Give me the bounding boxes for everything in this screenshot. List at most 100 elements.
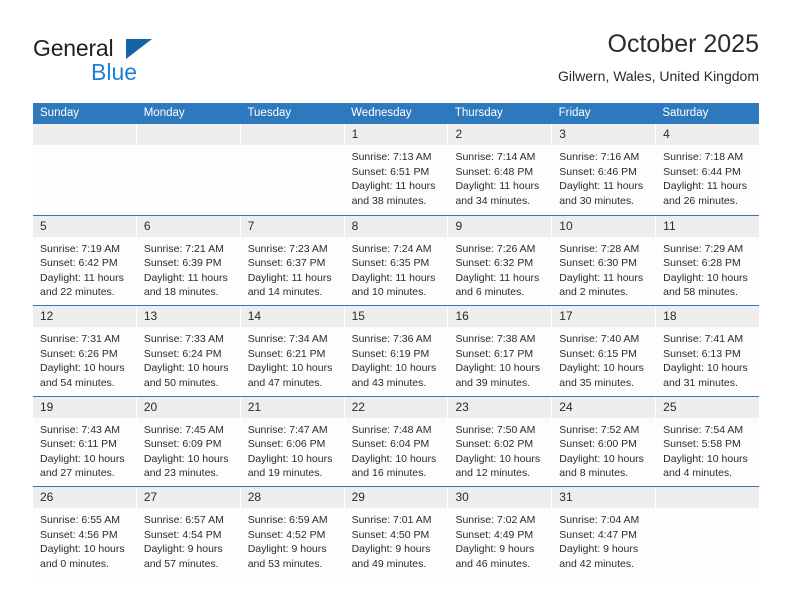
daylight-duration-line2: and 58 minutes. [663, 286, 738, 299]
sunrise-time: Sunrise: 7:01 AM [351, 514, 432, 526]
sunrise-time: Sunrise: 7:23 AM [247, 242, 328, 255]
weekday-header-sunday: Sunday [40, 107, 80, 119]
sunrise-time: Sunrise: 7:26 AM [455, 242, 536, 255]
calendar-day-cell[interactable]: 11 Sunrise: 7:29 AM Sunset: 6:28 PM Dayligh… [656, 215, 760, 305]
calendar-day-cell[interactable]: 7 Sunrise: 7:23 AM Sunset: 6:37 PM Daylight… [240, 215, 345, 305]
daylight-duration-line2: and 18 minutes. [143, 286, 219, 299]
day-sun-info: Sunrise: 7:52 AM Sunset: 6:00 PM Daylight:… [552, 418, 655, 481]
calendar-day-cell[interactable]: 21 Sunrise: 7:47 AM Sunset: 6:06 PM Dayligh… [240, 396, 345, 486]
calendar-day-cell[interactable]: 30 Sunrise: 7:02 AM Sunset: 4:49 PM Dayligh… [448, 487, 553, 577]
daylight-duration-line2: and 35 minutes. [559, 376, 635, 389]
sunrise-time: Sunrise: 7:02 AM [455, 514, 536, 526]
daylight-duration-line1: Daylight: 10 hours [663, 362, 748, 375]
day-number: 25 [656, 396, 760, 418]
daylight-duration-line1: Daylight: 9 hours [247, 543, 327, 556]
calendar-day-cell[interactable]: 12 Sunrise: 7:31 AM Sunset: 6:26 PM Dayligh… [33, 306, 137, 396]
day-number: 1 [344, 124, 448, 145]
calendar-day-cell[interactable]: 27 Sunrise: 6:57 AM Sunset: 4:54 PM Dayligh… [136, 487, 241, 577]
calendar-day-cell[interactable]: 3 Sunrise: 7:16 AM Sunset: 6:46 PM Daylight… [552, 124, 657, 215]
calendar-day-cell[interactable]: 4 Sunrise: 7:18 AM Sunset: 6:44 PM Daylight… [656, 124, 760, 215]
calendar-day-cell[interactable]: 28 Sunrise: 6:59 AM Sunset: 4:52 PM Dayligh… [240, 487, 345, 577]
daylight-duration-line1: Daylight: 11 hours [40, 271, 124, 284]
day-sun-info: Sunrise: 6:59 AM Sunset: 4:52 PM Daylight:… [241, 508, 344, 571]
calendar-day-cell[interactable]: 20 Sunrise: 7:45 AM Sunset: 6:09 PM Dayligh… [136, 396, 241, 486]
daylight-duration-line2: and 50 minutes. [143, 376, 219, 389]
daylight-duration-line1: Daylight: 11 hours [455, 180, 540, 193]
calendar-day-cell[interactable]: 2 Sunrise: 7:14 AM Sunset: 6:48 PM Daylight… [448, 124, 553, 215]
calendar-day-cell[interactable]: 24 Sunrise: 7:52 AM Sunset: 6:00 PM Dayligh… [552, 396, 657, 486]
sunrise-time: Sunrise: 7:28 AM [559, 242, 640, 255]
day-sun-info: Sunrise: 7:19 AM Sunset: 6:42 PM Daylight:… [33, 237, 136, 300]
sunset-time: Sunset: 6:00 PM [559, 438, 637, 451]
calendar-day-cell[interactable]: 1 Sunrise: 7:13 AM Sunset: 6:51 PM Daylight… [344, 124, 449, 215]
daylight-duration-line1: Daylight: 10 hours [143, 362, 229, 375]
sunset-time: Sunset: 6:04 PM [351, 438, 430, 451]
day-sun-info [241, 145, 344, 150]
sunset-time: Sunset: 6:09 PM [143, 438, 222, 451]
day-number: 30 [448, 487, 552, 508]
calendar-week-row: 19 Sunrise: 7:43 AM Sunset: 6:11 PM Dayligh… [33, 395, 760, 486]
sunrise-time: Sunrise: 6:55 AM [40, 514, 120, 526]
calendar-week-row: 1 Sunrise: 7:13 AM Sunset: 6:51 PM Daylight… [33, 124, 760, 215]
daylight-duration-line1: Daylight: 11 hours [351, 180, 436, 193]
daylight-duration-line2: and 30 minutes. [559, 194, 635, 207]
calendar-page: General Blue October 2025 Gilwern, Wales… [0, 0, 792, 612]
sunrise-time: Sunrise: 7:13 AM [351, 151, 432, 163]
daylight-duration-line1: Daylight: 10 hours [559, 362, 644, 375]
day-sun-info: Sunrise: 7:16 AM Sunset: 6:46 PM Daylight:… [552, 145, 655, 208]
calendar-day-cell[interactable]: 23 Sunrise: 7:50 AM Sunset: 6:02 PM Dayligh… [448, 396, 553, 486]
calendar-day-cell[interactable]: 14 Sunrise: 7:34 AM Sunset: 6:21 PM Dayligh… [240, 306, 345, 396]
calendar-day-cell[interactable]: 29 Sunrise: 7:01 AM Sunset: 4:50 PM Dayligh… [344, 487, 449, 577]
sunset-time: Sunset: 4:47 PM [559, 528, 637, 541]
sunrise-time: Sunrise: 7:24 AM [351, 242, 432, 255]
day-number: 23 [448, 396, 552, 418]
calendar-day-cell[interactable]: 17 Sunrise: 7:40 AM Sunset: 6:15 PM Dayligh… [552, 306, 657, 396]
calendar-day-cell[interactable]: 6 Sunrise: 7:21 AM Sunset: 6:39 PM Daylight… [136, 215, 241, 305]
day-number: 6 [136, 215, 240, 237]
calendar-day-cell[interactable]: 8 Sunrise: 7:24 AM Sunset: 6:35 PM Daylight… [344, 215, 449, 305]
day-number: 29 [344, 487, 448, 508]
day-sun-info: Sunrise: 7:40 AM Sunset: 6:15 PM Daylight:… [552, 327, 655, 390]
calendar-day-cell-empty [656, 487, 760, 577]
calendar-day-cell[interactable]: 13 Sunrise: 7:33 AM Sunset: 6:24 PM Dayligh… [136, 306, 241, 396]
page-subtitle-location: Gilwern, Wales, United Kingdom [557, 68, 759, 84]
calendar-day-cell[interactable]: 10 Sunrise: 7:28 AM Sunset: 6:30 PM Dayligh… [552, 215, 657, 305]
daylight-duration-line2: and 23 minutes. [143, 467, 219, 480]
sunrise-time: Sunrise: 7:54 AM [663, 423, 744, 436]
day-sun-info: Sunrise: 7:45 AM Sunset: 6:09 PM Daylight:… [137, 418, 240, 481]
calendar-day-cell[interactable]: 31 Sunrise: 7:04 AM Sunset: 4:47 PM Dayligh… [552, 487, 657, 577]
day-number: 26 [33, 487, 136, 508]
day-sun-info: Sunrise: 7:02 AM Sunset: 4:49 PM Daylight:… [448, 508, 551, 571]
day-number: 19 [33, 396, 136, 418]
calendar-day-cell[interactable]: 25 Sunrise: 7:54 AM Sunset: 5:58 PM Dayligh… [656, 396, 760, 486]
daylight-duration-line1: Daylight: 10 hours [455, 452, 541, 465]
daylight-duration-line2: and 46 minutes. [455, 557, 531, 570]
calendar-day-cell[interactable]: 26 Sunrise: 6:55 AM Sunset: 4:56 PM Dayligh… [33, 487, 137, 577]
day-number: 12 [33, 306, 136, 327]
daylight-duration-line1: Daylight: 11 hours [559, 271, 644, 284]
daylight-duration-line2: and 54 minutes. [40, 376, 115, 389]
day-sun-info: Sunrise: 7:48 AM Sunset: 6:04 PM Daylight:… [345, 418, 448, 481]
day-number: 11 [656, 215, 760, 237]
day-sun-info [656, 508, 759, 513]
sunset-time: Sunset: 6:35 PM [351, 257, 430, 270]
calendar-day-cell[interactable]: 16 Sunrise: 7:38 AM Sunset: 6:17 PM Dayligh… [448, 306, 553, 396]
daylight-duration-line1: Daylight: 10 hours [143, 452, 229, 465]
calendar-day-cell[interactable]: 15 Sunrise: 7:36 AM Sunset: 6:19 PM Dayligh… [344, 306, 449, 396]
sunrise-time: Sunrise: 7:31 AM [40, 333, 120, 345]
sunset-time: Sunset: 6:30 PM [559, 257, 637, 270]
calendar-day-cell[interactable]: 9 Sunrise: 7:26 AM Sunset: 6:32 PM Daylight… [448, 215, 553, 305]
generalblue-logo[interactable]: General Blue [33, 35, 213, 91]
day-number: 13 [136, 306, 240, 327]
calendar-day-cell[interactable]: 19 Sunrise: 7:43 AM Sunset: 6:11 PM Dayligh… [33, 396, 137, 486]
calendar-day-cell-empty [240, 124, 345, 215]
calendar-day-cell[interactable]: 18 Sunrise: 7:41 AM Sunset: 6:13 PM Dayligh… [656, 306, 760, 396]
sunset-time: Sunset: 5:58 PM [663, 438, 741, 451]
calendar-day-cell[interactable]: 5 Sunrise: 7:19 AM Sunset: 6:42 PM Daylight… [33, 215, 137, 305]
sunrise-time: Sunrise: 7:50 AM [455, 423, 536, 436]
daylight-duration-line1: Daylight: 10 hours [40, 543, 125, 556]
sunset-time: Sunset: 6:11 PM [40, 438, 117, 451]
calendar-day-cell[interactable]: 22 Sunrise: 7:48 AM Sunset: 6:04 PM Dayligh… [344, 396, 449, 486]
daylight-duration-line1: Daylight: 10 hours [40, 362, 125, 375]
day-number: 2 [448, 124, 552, 145]
